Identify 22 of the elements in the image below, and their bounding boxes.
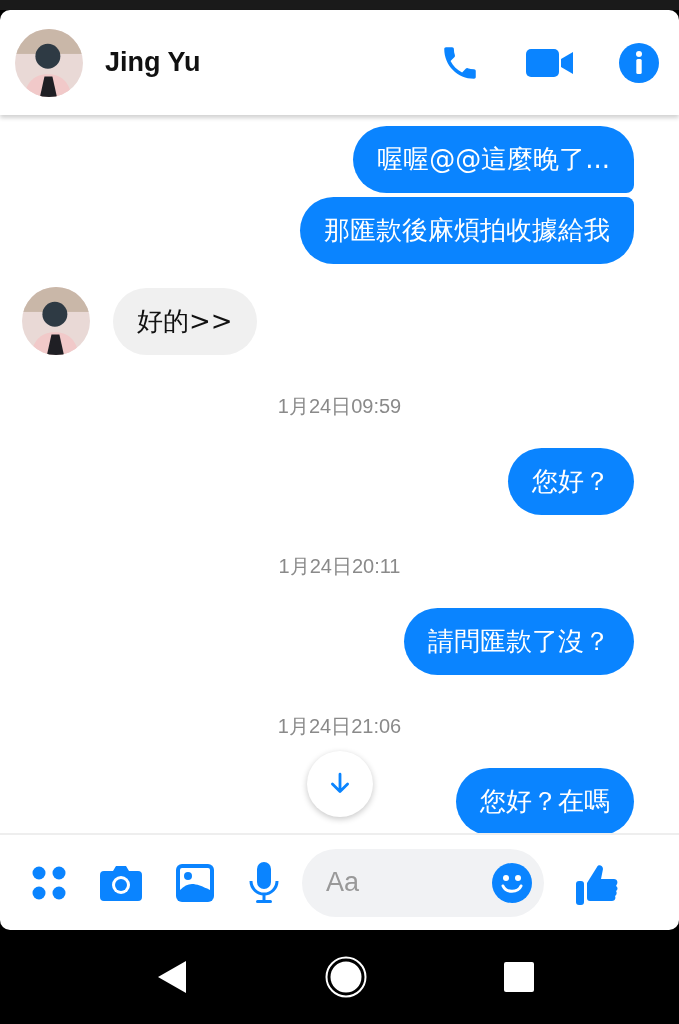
video-camera-icon[interactable] [526, 46, 574, 79]
home-icon[interactable] [324, 956, 367, 998]
emoji-icon[interactable] [492, 862, 532, 903]
message-bubble: 您好？ [508, 448, 634, 515]
scroll-down-button[interactable] [307, 751, 373, 817]
message-bubble: 好的>> [113, 287, 257, 355]
image-icon[interactable] [176, 863, 214, 902]
apps-icon[interactable] [32, 865, 66, 900]
message-field[interactable]: Aa [302, 848, 544, 917]
message-bubble: 那匯款後麻煩拍收據給我 [300, 197, 634, 264]
message-bubble: 喔喔@@這麼晚了... [353, 126, 634, 193]
message-input[interactable]: Aa [324, 866, 492, 899]
timestamp: 1月24日21:06 [277, 714, 402, 738]
recents-icon[interactable] [503, 962, 534, 992]
message-bubble: 您好？在嗎 [456, 768, 634, 833]
camera-icon[interactable] [100, 864, 142, 901]
timestamp: 1月24日09:59 [277, 394, 402, 418]
microphone-icon[interactable] [248, 861, 280, 904]
contact-name: Jing Yu [105, 47, 202, 78]
timestamp: 1月24日20:11 [278, 554, 401, 578]
info-icon[interactable] [619, 42, 659, 83]
message-bubble: 請問匯款了沒？ [404, 608, 634, 675]
